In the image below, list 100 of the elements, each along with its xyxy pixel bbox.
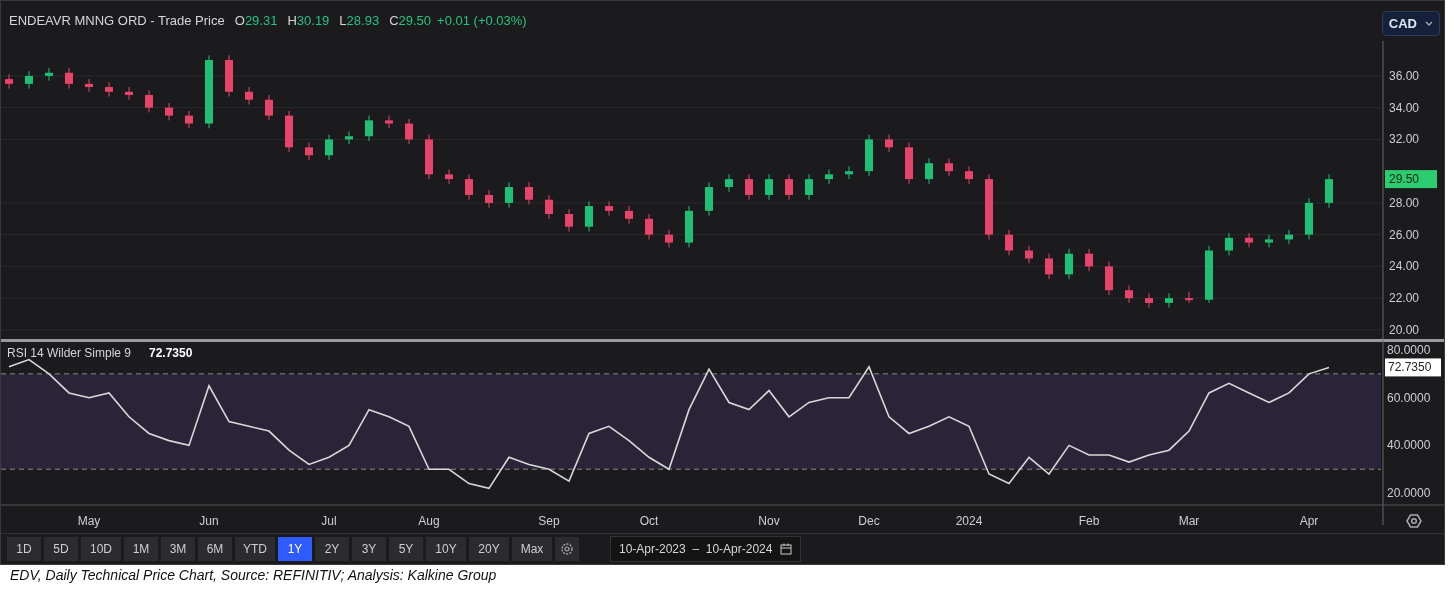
axis-label: 80.0000 — [1387, 343, 1431, 358]
candlestick — [125, 86, 133, 101]
month-label: Mar — [1178, 514, 1200, 529]
candlestick — [745, 173, 753, 201]
currency-dropdown[interactable]: CAD — [1381, 11, 1440, 36]
candlestick — [985, 173, 993, 240]
candlestick — [465, 173, 473, 201]
range-tab[interactable]: 1M — [124, 537, 158, 561]
range-tab[interactable]: 5D — [44, 537, 78, 561]
range-tab[interactable]: 10Y — [426, 537, 466, 561]
month-label: Apr — [1299, 514, 1319, 529]
month-label: Feb — [1078, 514, 1100, 529]
range-tab[interactable]: YTD — [235, 537, 275, 561]
candlestick — [765, 173, 773, 201]
month-label: Jul — [321, 514, 337, 529]
month-label: 2024 — [955, 514, 983, 529]
ohlc-label: O — [234, 13, 245, 29]
candlestick — [525, 181, 533, 205]
month-label: Aug — [418, 514, 440, 529]
date-range-field[interactable]: 10-Apr-2023 – 10-Apr-2024 — [610, 536, 802, 562]
range-tab[interactable]: Max — [512, 537, 552, 561]
candlestick — [365, 115, 373, 142]
axis-label: 20.0000 — [1387, 486, 1431, 501]
ohlc-label: H — [287, 13, 297, 29]
candlestick — [605, 200, 613, 217]
candlestick — [625, 205, 633, 224]
candlestick — [1225, 232, 1233, 256]
value-tag: 72.7350 — [1385, 358, 1441, 377]
axis-label: 20.00 — [1389, 322, 1420, 337]
instrument-title: ENDEAVR MNNG ORD - Trade Price — [9, 13, 225, 29]
candlestick — [185, 110, 193, 129]
candlestick — [865, 134, 873, 177]
indicator-name: RSI 14 Wilder Simple 9 — [7, 346, 132, 361]
candlestick — [945, 157, 953, 177]
candlestick — [905, 142, 913, 185]
range-tab[interactable]: 1Y — [278, 537, 312, 561]
candlestick — [345, 130, 353, 145]
candlestick — [1005, 229, 1013, 256]
candlestick — [1325, 173, 1333, 209]
axis-label: 40.0000 — [1387, 438, 1431, 453]
price-change: +0.01 (+0.03%) — [437, 13, 527, 29]
candlestick — [825, 169, 833, 185]
candlestick — [65, 67, 73, 90]
candlestick — [545, 194, 553, 220]
candlestick — [845, 165, 853, 180]
candlestick — [1065, 248, 1073, 280]
candlestick — [85, 78, 93, 93]
candlestick — [1205, 245, 1213, 304]
calendar-icon — [780, 543, 793, 555]
range-tab[interactable]: 1D — [7, 537, 41, 561]
candlestick — [1145, 292, 1153, 309]
indicator-reading: 72.7350 — [149, 346, 193, 361]
candlestick — [785, 173, 793, 201]
candlestick — [1125, 284, 1133, 304]
candlestick — [1245, 232, 1253, 248]
candlestick — [45, 67, 53, 82]
range-tab[interactable]: 20Y — [469, 537, 509, 561]
candlestick — [445, 169, 453, 185]
candlestick — [585, 200, 593, 232]
settings-icon[interactable] — [1406, 514, 1422, 529]
price-tag: 29.50 — [1385, 170, 1437, 188]
candlestick — [965, 165, 973, 185]
candlestick — [1185, 291, 1193, 304]
candlestick — [665, 229, 673, 248]
month-label: Dec — [858, 514, 880, 529]
axis-label: 24.00 — [1389, 259, 1420, 274]
candlestick — [265, 94, 273, 121]
candlestick — [1165, 292, 1173, 309]
axis-label: 60.0000 — [1387, 391, 1431, 406]
candlestick — [25, 70, 33, 90]
figure-caption: EDV, Daily Technical Price Chart, Source: REFINITIV; Analysis: Kalkine Group — [9, 566, 498, 583]
axis-label: 34.00 — [1389, 100, 1420, 115]
candlestick — [1305, 197, 1313, 240]
candlestick — [565, 208, 573, 232]
range-tab[interactable]: 2Y — [315, 537, 349, 561]
settings-button[interactable] — [555, 537, 579, 561]
candlestick — [485, 189, 493, 209]
range-tab[interactable]: 3M — [161, 537, 195, 561]
range-tab[interactable]: 6M — [198, 537, 232, 561]
ohlc-value: 28.93 — [346, 13, 380, 29]
month-label: May — [77, 514, 101, 529]
candlestick — [1105, 261, 1113, 296]
candlestick — [405, 118, 413, 145]
range-tab[interactable]: 5Y — [389, 537, 423, 561]
candlestick — [1265, 234, 1273, 248]
month-label: Nov — [758, 514, 780, 529]
range-tab[interactable]: 10D — [81, 537, 121, 561]
range-tab[interactable]: 3Y — [352, 537, 386, 561]
ohlc-value: 29.50 — [398, 13, 432, 29]
month-label: Jun — [199, 514, 219, 529]
axis-label: 22.00 — [1389, 291, 1420, 306]
axis-label: 36.00 — [1389, 68, 1420, 83]
candlestick — [1045, 253, 1053, 280]
candlestick — [1025, 245, 1033, 264]
caret-icon — [1425, 21, 1433, 26]
candlestick — [1285, 229, 1293, 245]
ohlc-value: 29.31 — [244, 13, 278, 29]
candlestick — [285, 110, 293, 153]
candlestick — [385, 115, 393, 129]
ohlc-label: C — [389, 13, 399, 29]
